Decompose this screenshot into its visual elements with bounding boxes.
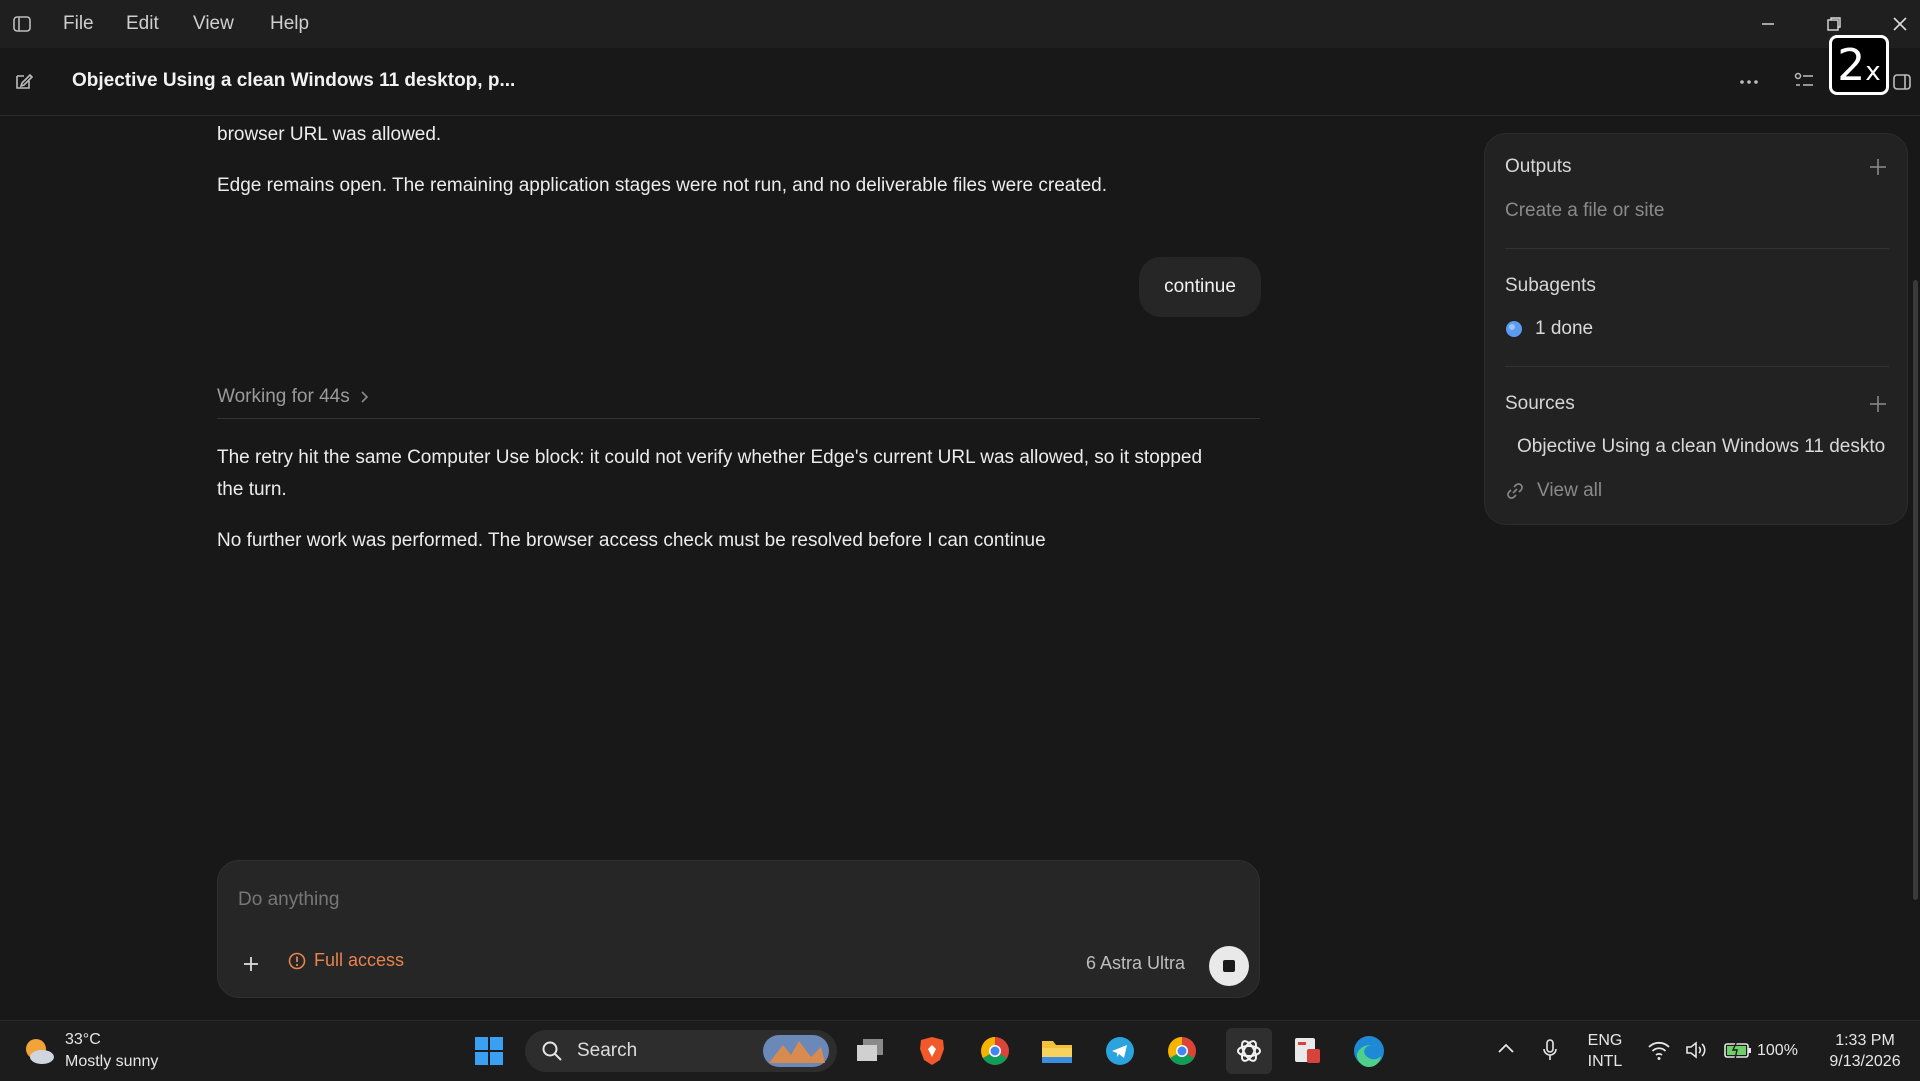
zoom-value: 2	[1837, 39, 1866, 91]
assistant-text: browser URL was allowed.	[217, 124, 442, 145]
composer: Full access 6 Astra Ultra	[217, 860, 1260, 998]
menu-view[interactable]: View	[193, 13, 234, 35]
assistant-text: the turn.	[217, 479, 287, 500]
edge-icon[interactable]	[1351, 1033, 1387, 1069]
model-selector[interactable]: 6 Astra Ultra	[1086, 953, 1185, 974]
chrome-icon[interactable]	[977, 1033, 1013, 1069]
access-label: Full access	[314, 950, 405, 970]
view-all-label: View all	[1537, 480, 1603, 501]
weather-temp: 33°C	[65, 1031, 101, 1048]
file-explorer-icon[interactable]	[1039, 1033, 1075, 1069]
zoom-unit: x	[1865, 57, 1881, 87]
stop-button[interactable]	[1209, 946, 1249, 986]
zoom-badge: 2x	[1829, 35, 1889, 95]
wifi-icon[interactable]	[1647, 1039, 1671, 1061]
subagents-title: Subagents	[1505, 275, 1596, 296]
divider	[1505, 248, 1889, 249]
microphone-icon[interactable]	[1541, 1038, 1559, 1062]
task-list-icon[interactable]	[1793, 70, 1815, 92]
menu-help[interactable]: Help	[270, 13, 309, 35]
add-attachment-button[interactable]	[236, 949, 266, 979]
assistant-text-streaming: No further work was performed. The brows…	[217, 530, 1046, 551]
chrome-profile-icon[interactable]	[1164, 1033, 1200, 1069]
plus-icon	[244, 957, 258, 971]
scrollbar[interactable]	[1913, 280, 1918, 900]
restore-icon[interactable]	[1820, 10, 1848, 38]
clock-date[interactable]: 9/13/2026	[1820, 1052, 1910, 1072]
panel-toggle-icon[interactable]	[1892, 72, 1912, 92]
minimize-icon[interactable]	[1754, 10, 1782, 38]
chatgpt-app-icon[interactable]	[1226, 1028, 1272, 1074]
brave-browser-icon[interactable]	[914, 1033, 950, 1069]
new-chat-icon[interactable]	[13, 70, 35, 92]
menu-edit[interactable]: Edit	[126, 13, 159, 35]
assistant-text: Edge remains open. The remaining applica…	[217, 175, 1108, 196]
divider	[217, 418, 1260, 419]
search-highlight-icon	[763, 1035, 829, 1067]
language-line2[interactable]: INTL	[1585, 1052, 1625, 1072]
chevron-right-icon	[361, 391, 368, 403]
working-toggle[interactable]: Working for 44s	[217, 386, 370, 408]
subagents-status-label: 1 done	[1535, 318, 1594, 339]
divider	[1505, 366, 1889, 367]
volume-icon[interactable]	[1684, 1039, 1708, 1061]
telegram-icon[interactable]	[1102, 1033, 1138, 1069]
subagents-status[interactable]: 1 done	[1505, 318, 1885, 340]
more-options-icon[interactable]	[1738, 72, 1760, 92]
add-output-icon[interactable]	[1867, 156, 1889, 178]
sidebar-toggle-icon[interactable]	[12, 14, 32, 34]
view-all-link[interactable]: View all	[1505, 480, 1885, 502]
add-source-icon[interactable]	[1867, 393, 1889, 415]
search-label: Search	[577, 1040, 638, 1061]
page-title: Objective Using a clean Windows 11 deskt…	[72, 70, 516, 91]
windows-start-icon[interactable]	[471, 1033, 507, 1069]
outputs-title: Outputs	[1505, 156, 1572, 177]
close-icon[interactable]	[1886, 10, 1914, 38]
sources-title: Sources	[1505, 393, 1575, 414]
side-panel: Outputs Create a file or site Subagents …	[1484, 133, 1908, 525]
access-level-button[interactable]: Full access	[288, 950, 404, 971]
user-message-bubble: continue	[1139, 257, 1261, 317]
taskbar: 33°C Mostly sunny Search ENG INTL 100% 1…	[0, 1020, 1920, 1081]
menu-file[interactable]: File	[63, 13, 94, 35]
clock-time[interactable]: 1:33 PM	[1820, 1031, 1910, 1051]
battery-percent: 100%	[1757, 1042, 1798, 1059]
chevron-up-icon[interactable]	[1497, 1041, 1515, 1055]
source-item-label: Objective Using a clean Windows 11 deskt…	[1517, 436, 1885, 457]
snipping-tool-icon[interactable]	[1289, 1033, 1325, 1069]
search-icon	[542, 1041, 562, 1061]
chat-header: Objective Using a clean Windows 11 deskt…	[0, 48, 1920, 116]
assistant-text: The retry hit the same Computer Use bloc…	[217, 447, 1203, 468]
stop-icon	[1223, 960, 1235, 972]
weather-desc: Mostly sunny	[65, 1053, 159, 1070]
battery-icon[interactable]	[1724, 1040, 1752, 1060]
prompt-input[interactable]	[236, 881, 1140, 919]
link-icon	[1507, 483, 1523, 499]
weather-icon[interactable]	[20, 1035, 56, 1067]
menu-bar: File Edit View Help	[0, 0, 1920, 48]
create-file-link[interactable]: Create a file or site	[1505, 200, 1664, 222]
taskbar-search[interactable]: Search	[525, 1030, 837, 1072]
user-message-text: continue	[1164, 276, 1236, 297]
source-item[interactable]: Objective Using a clean Windows 11 deskt…	[1505, 436, 1885, 458]
working-label: Working for 44s	[217, 386, 350, 407]
subagent-dot-icon	[1506, 321, 1522, 337]
task-view-icon[interactable]	[852, 1033, 888, 1069]
warning-circle-icon	[288, 952, 306, 969]
language-line1[interactable]: ENG	[1585, 1031, 1625, 1051]
